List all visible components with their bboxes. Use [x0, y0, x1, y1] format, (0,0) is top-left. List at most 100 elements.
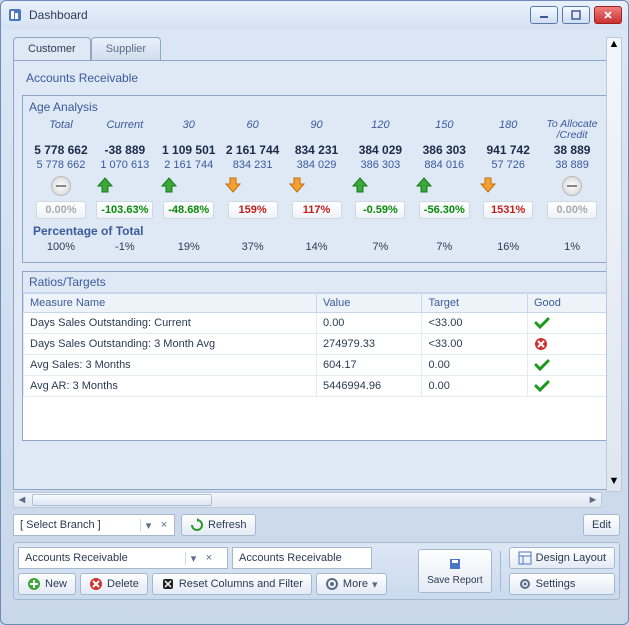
refresh-label: Refresh	[208, 519, 247, 531]
ratio-column-header[interactable]: Good	[527, 294, 609, 313]
chevron-down-icon[interactable]: ▾	[140, 519, 156, 532]
refresh-button[interactable]: Refresh	[181, 514, 256, 536]
target-cell: <33.00	[422, 334, 527, 355]
age-value: 38 889	[540, 142, 604, 158]
ratio-row[interactable]: Avg AR: 3 Months5446994.960.00	[24, 376, 610, 397]
app-icon	[7, 7, 23, 23]
vertical-scrollbar[interactable]: ▲ ▼	[606, 37, 622, 492]
pot-value: 1%	[540, 240, 604, 254]
more-button[interactable]: More ▾	[316, 573, 387, 595]
ratio-column-header[interactable]: Value	[317, 294, 422, 313]
ratio-row[interactable]: Avg Sales: 3 Months604.170.00	[24, 355, 610, 376]
ratio-column-header[interactable]: Target	[422, 294, 527, 313]
good-cell	[527, 334, 609, 355]
age-header: To Allocate /Credit	[540, 118, 604, 142]
design-layout-label: Design Layout	[536, 552, 606, 564]
ar-select-1[interactable]: ▾ ×	[18, 547, 228, 569]
measure-cell: Days Sales Outstanding: 3 Month Avg	[24, 334, 317, 355]
refresh-icon	[190, 518, 204, 532]
save-report-button[interactable]: Save Report	[418, 549, 492, 593]
good-cell	[527, 313, 609, 334]
age-subvalue: 57 726	[476, 158, 540, 172]
age-header: 180	[476, 118, 540, 142]
horizontal-scrollbar[interactable]: ◄ ►	[13, 492, 602, 508]
reset-label: Reset Columns and Filter	[179, 578, 303, 590]
ratios-panel: Ratios/Targets Measure NameValueTargetGo…	[22, 271, 611, 441]
age-arrow-cell	[157, 175, 221, 197]
age-header: 60	[221, 118, 285, 142]
age-header: Current	[93, 118, 157, 142]
target-cell: 0.00	[422, 355, 527, 376]
design-layout-button[interactable]: Design Layout	[509, 547, 615, 569]
tab-supplier[interactable]: Supplier	[91, 37, 161, 60]
new-button[interactable]: New	[18, 573, 76, 595]
reset-button[interactable]: Reset Columns and Filter	[152, 573, 312, 595]
delete-icon	[89, 577, 103, 591]
save-report-label: Save Report	[427, 575, 483, 586]
pot-value: 19%	[157, 240, 221, 254]
scroll-left-icon[interactable]: ◄	[14, 493, 30, 507]
pot-value: 7%	[348, 240, 412, 254]
arrow-up-icon	[159, 176, 179, 194]
ratios-title: Ratios/Targets	[23, 272, 610, 293]
branch-input[interactable]	[20, 519, 140, 531]
clear-icon[interactable]: ×	[201, 552, 217, 564]
more-label: More	[343, 578, 368, 590]
scroll-up-icon[interactable]: ▲	[609, 38, 620, 54]
age-subvalue: 834 231	[221, 158, 285, 172]
age-header: 150	[412, 118, 476, 142]
panel-title: Accounts Receivable	[22, 69, 611, 91]
age-arrow-cell	[285, 175, 349, 197]
age-value: 1 109 501	[157, 142, 221, 158]
edit-button[interactable]: Edit	[583, 514, 620, 536]
measure-cell: Avg AR: 3 Months	[24, 376, 317, 397]
ratio-row[interactable]: Days Sales Outstanding: 3 Month Avg27497…	[24, 334, 610, 355]
scroll-right-icon[interactable]: ►	[585, 493, 601, 507]
age-pct-cell: 159%	[221, 200, 285, 220]
minimize-button[interactable]	[530, 6, 558, 24]
chevron-down-icon[interactable]: ▾	[185, 552, 201, 565]
good-cell	[527, 376, 609, 397]
titlebar: Dashboard	[1, 1, 628, 29]
toolbar-row-1: ▾ × Refresh Edit	[13, 508, 620, 542]
scroll-down-icon[interactable]: ▼	[609, 475, 620, 491]
age-subvalue: 384 029	[285, 158, 349, 172]
age-subvalue: 5 778 662	[29, 158, 93, 172]
new-label: New	[45, 578, 67, 590]
ratios-table: Measure NameValueTargetGood Days Sales O…	[23, 293, 610, 397]
age-subvalue: 1 070 613	[93, 158, 157, 172]
ar-input-2[interactable]	[239, 552, 359, 564]
delete-label: Delete	[107, 578, 139, 590]
settings-label: Settings	[536, 578, 576, 590]
age-value: 834 231	[285, 142, 349, 158]
arrow-down-icon	[287, 176, 307, 194]
arrow-down-icon	[478, 176, 498, 194]
ar-input-1[interactable]	[25, 552, 185, 564]
layout-icon	[518, 551, 532, 565]
ratio-column-header[interactable]: Measure Name	[24, 294, 317, 313]
value-cell: 604.17	[317, 355, 422, 376]
value-cell: 5446994.96	[317, 376, 422, 397]
tab-customer[interactable]: Customer	[13, 37, 91, 60]
tab-strip: Customer Supplier	[13, 37, 620, 60]
age-pct-cell: -48.68%	[157, 200, 221, 220]
branch-select[interactable]: ▾ ×	[13, 514, 175, 536]
ratio-row[interactable]: Days Sales Outstanding: Current0.00<33.0…	[24, 313, 610, 334]
clear-icon[interactable]: ×	[156, 519, 172, 531]
delete-button[interactable]: Delete	[80, 573, 148, 595]
age-header: 90	[285, 118, 349, 142]
neutral-icon	[562, 176, 582, 196]
pot-value: 14%	[285, 240, 349, 254]
age-subvalue: 884 016	[412, 158, 476, 172]
scroll-thumb[interactable]	[32, 494, 212, 506]
close-button[interactable]	[594, 6, 622, 24]
pot-value: 37%	[221, 240, 285, 254]
ar-select-2[interactable]	[232, 547, 372, 569]
value-cell: 0.00	[317, 313, 422, 334]
age-analysis-panel: Age Analysis TotalCurrent306090120150180…	[22, 95, 611, 263]
maximize-button[interactable]	[562, 6, 590, 24]
settings-button[interactable]: Settings	[509, 573, 615, 595]
arrow-up-icon	[95, 176, 115, 194]
age-title: Age Analysis	[29, 100, 604, 118]
age-subvalue: 386 303	[348, 158, 412, 172]
